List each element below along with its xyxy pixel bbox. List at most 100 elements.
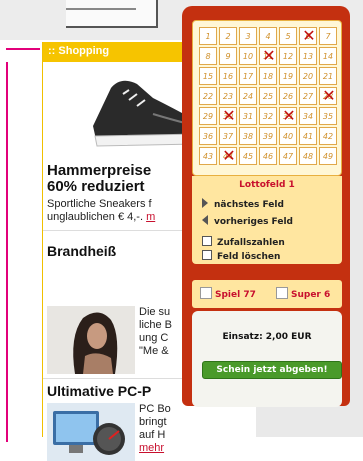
lotto-number-cell[interactable]: 8: [199, 47, 217, 65]
lotto-number-cell[interactable]: 33: [279, 106, 298, 125]
lotto-number-cell[interactable]: 11: [259, 46, 278, 65]
super6-label[interactable]: Super 6: [291, 290, 330, 300]
lotto-number-grid: 1234567891011121314151617181920212223242…: [199, 26, 338, 165]
promo3-text-line: bringt: [139, 416, 167, 428]
lotto-number-cell[interactable]: 41: [299, 127, 317, 145]
lotto-number-cell[interactable]: 32: [259, 107, 277, 125]
lotto-number-cell[interactable]: 36: [199, 127, 217, 145]
lotto-number-cell[interactable]: 14: [319, 47, 337, 65]
promo3-title[interactable]: Ultimative PC-P: [47, 383, 151, 399]
lotto-number-cell[interactable]: 28: [319, 86, 338, 105]
lotto-number-cell[interactable]: 16: [219, 67, 237, 85]
promo1-text: Sportliche Sneakers f unglaublichen € 4,…: [47, 198, 155, 224]
promo3-more-link[interactable]: mehr: [139, 442, 171, 455]
lotto-controls: Lottofeld 1 nächstes Feld vorheriges Fel…: [192, 176, 342, 264]
lotto-number-cell[interactable]: 13: [299, 47, 317, 65]
lotto-number-cell[interactable]: 24: [239, 87, 257, 105]
promo1-text-line2: unglaublichen € 4,-. m: [47, 211, 155, 224]
lotto-number-cell[interactable]: 39: [259, 127, 277, 145]
prev-field-link[interactable]: vorheriges Feld: [202, 215, 293, 227]
lotto-footer: Einsatz: 2,00 EUR Schein jetzt abgeben!: [192, 311, 342, 407]
lotto-number-cell[interactable]: 10: [239, 47, 257, 65]
super6-option[interactable]: Super 6: [276, 287, 330, 300]
right-gutter: [350, 40, 363, 437]
lotto-number-cell[interactable]: 26: [279, 87, 297, 105]
lotto-number-cell[interactable]: 7: [319, 27, 337, 45]
prev-field-label[interactable]: vorheriges Feld: [214, 217, 293, 227]
promo1-title-line1[interactable]: Hammerpreise: [47, 163, 151, 179]
super6-checkbox[interactable]: [276, 287, 288, 299]
lotto-number-cell[interactable]: 4: [259, 27, 277, 45]
promo2-text: Die su liche B ung C "Me &: [139, 306, 172, 358]
lotto-number-cell[interactable]: 22: [199, 87, 217, 105]
promo1-title[interactable]: Hammerpreise 60% reduziert: [47, 163, 151, 195]
delete-field-label[interactable]: Feld löschen: [217, 252, 280, 262]
lotto-number-cell[interactable]: 47: [279, 147, 297, 165]
lotto-number-cell[interactable]: 21: [319, 67, 337, 85]
submit-ticket-button[interactable]: Schein jetzt abgeben!: [202, 361, 342, 379]
lotto-number-cell[interactable]: 25: [259, 87, 277, 105]
lotto-number-cell[interactable]: 30: [219, 106, 238, 125]
lotto-grid-frame: 1234567891011121314151617181920212223242…: [192, 20, 342, 176]
lotto-panel: 1234567891011121314151617181920212223242…: [182, 6, 350, 407]
lotto-number-cell[interactable]: 43: [199, 147, 217, 165]
lotto-number-cell[interactable]: 29: [199, 107, 217, 125]
top-divider: [66, 8, 136, 10]
promo2-text-line: ung C: [139, 332, 169, 344]
extra-games: Spiel 77 Super 6: [192, 280, 342, 308]
lotto-number-cell[interactable]: 45: [239, 147, 257, 165]
lotto-number-cell[interactable]: 23: [219, 87, 237, 105]
delete-field-link[interactable]: Feld löschen: [202, 250, 280, 262]
spiel77-checkbox[interactable]: [200, 287, 212, 299]
lotto-number-cell[interactable]: 48: [299, 147, 317, 165]
lotto-number-cell[interactable]: 20: [299, 67, 317, 85]
promo3-text-line: auf H: [139, 429, 166, 441]
left-border-line: [6, 62, 8, 442]
woman-portrait-image[interactable]: [47, 306, 135, 374]
promo1-text-line1: Sportliche Sneakers f: [47, 198, 152, 210]
lotto-number-cell[interactable]: 49: [319, 147, 337, 165]
lotto-number-cell[interactable]: 34: [299, 107, 317, 125]
lotto-number-cell[interactable]: 46: [259, 147, 277, 165]
promo2-text-line: liche B: [139, 319, 173, 331]
spiel77-option[interactable]: Spiel 77: [200, 287, 256, 300]
lotto-number-cell[interactable]: 37: [219, 127, 237, 145]
einsatz-amount: Einsatz: 2,00 EUR: [222, 332, 312, 342]
lotto-number-cell[interactable]: 12: [279, 47, 297, 65]
next-field-label[interactable]: nächstes Feld: [214, 200, 284, 210]
random-numbers-label[interactable]: Zufallszahlen: [217, 238, 285, 248]
lotto-number-cell[interactable]: 17: [239, 67, 257, 85]
promo3-text-line: PC Bo: [139, 403, 171, 415]
lotto-number-cell[interactable]: 6: [299, 26, 318, 45]
lotto-number-cell[interactable]: 2: [219, 27, 237, 45]
lotto-number-cell[interactable]: 42: [319, 127, 337, 145]
lotto-number-cell[interactable]: 3: [239, 27, 257, 45]
promo2-text-line: "Me &: [139, 345, 169, 357]
lotto-number-cell[interactable]: 9: [219, 47, 237, 65]
pc-speedometer-image[interactable]: [47, 403, 135, 461]
left-column: [0, 40, 40, 442]
random-numbers-link[interactable]: Zufallszahlen: [202, 236, 285, 248]
promo2-title[interactable]: Brandheiß: [47, 243, 116, 259]
lotto-number-cell[interactable]: 40: [279, 127, 297, 145]
lotto-number-cell[interactable]: 5: [279, 27, 297, 45]
lotto-number-cell[interactable]: 27: [299, 87, 317, 105]
lotto-number-cell[interactable]: 38: [239, 127, 257, 145]
lotto-number-cell[interactable]: 35: [319, 107, 337, 125]
promo3-text: PC Bo bringt auf H mehr: [139, 403, 171, 455]
promo1-title-line2[interactable]: 60% reduziert: [47, 179, 151, 195]
lotto-number-cell[interactable]: 31: [239, 107, 257, 125]
lotto-number-cell[interactable]: 19: [279, 67, 297, 85]
lotto-number-cell[interactable]: 44: [219, 146, 238, 165]
left-accent-line: [6, 48, 40, 50]
lotto-number-cell[interactable]: 15: [199, 67, 217, 85]
promo1-text-line2-body: unglaublichen € 4,-.: [47, 211, 144, 223]
lotto-number-cell[interactable]: 1: [199, 27, 217, 45]
spiel77-label[interactable]: Spiel 77: [215, 290, 256, 300]
promo1-more-link[interactable]: m: [146, 211, 155, 223]
next-field-link[interactable]: nächstes Feld: [202, 198, 284, 210]
top-frame: [66, 0, 158, 28]
lotto-number-cell[interactable]: 18: [259, 67, 277, 85]
dice-icon: [202, 236, 212, 246]
trash-icon: [202, 250, 212, 260]
